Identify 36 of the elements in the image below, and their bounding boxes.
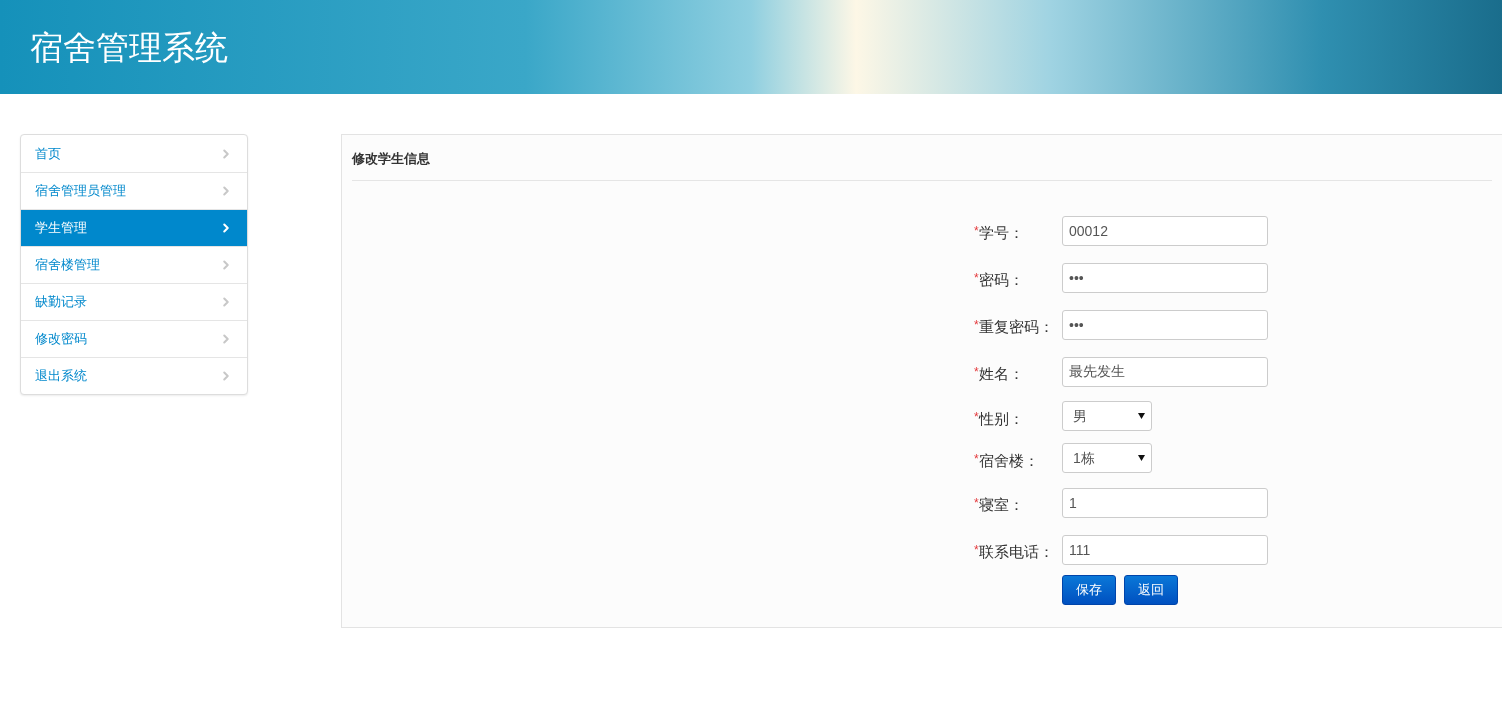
input-field[interactable]: 111: [1062, 534, 1268, 565]
input-field[interactable]: 1: [1062, 487, 1268, 518]
form-button[interactable]: 保存: [1062, 575, 1116, 605]
required-mark: *: [974, 317, 979, 335]
dropdown-caret-icon: [1138, 455, 1145, 461]
required-mark: *: [974, 542, 979, 558]
required-mark: *: [974, 270, 979, 286]
input-field[interactable]: •••: [1062, 262, 1268, 293]
required-mark: *: [974, 495, 979, 511]
field-label: 寝室：: [978, 495, 1024, 516]
required-mark: *: [974, 408, 979, 424]
required-mark: *: [974, 450, 979, 466]
field-label: 密码：: [978, 270, 1024, 291]
app-title: 宿舍管理系统: [30, 30, 228, 64]
select-field[interactable]: 1栋: [1062, 443, 1152, 473]
input-field[interactable]: 00012: [1062, 215, 1268, 246]
select-field[interactable]: 男: [1062, 401, 1152, 431]
sidebar-item[interactable]: 退出系统: [21, 357, 247, 394]
field-label: 姓名：: [978, 364, 1024, 385]
required-mark: *: [974, 364, 979, 380]
input-field[interactable]: •••: [1062, 309, 1268, 340]
form-button[interactable]: 返回: [1124, 575, 1178, 605]
sidebar-item[interactable]: 学生管理: [21, 209, 247, 246]
dropdown-caret-icon: [1138, 413, 1145, 419]
sidebar-item[interactable]: 首页: [21, 135, 247, 172]
panel-title: 修改学生信息: [352, 149, 430, 168]
sidebar-item[interactable]: 宿舍楼管理: [21, 246, 247, 283]
sidebar-item[interactable]: 缺勤记录: [21, 283, 247, 320]
required-mark: *: [974, 223, 979, 239]
field-label: 性别：: [978, 408, 1024, 429]
field-label: 学号：: [978, 223, 1024, 244]
sidebar-item[interactable]: 修改密码: [21, 320, 247, 357]
field-label: 联系电话：: [978, 542, 1054, 563]
input-field[interactable]: 最先发生: [1062, 356, 1268, 387]
field-label: 重复密码：: [978, 317, 1054, 338]
field-label: 宿舍楼：: [978, 450, 1039, 471]
